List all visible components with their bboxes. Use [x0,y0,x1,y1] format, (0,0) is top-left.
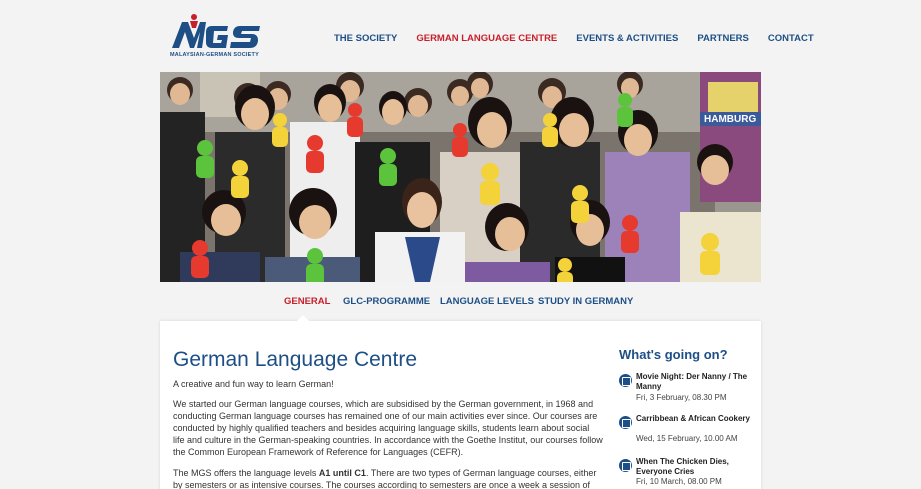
mgs-logo[interactable]: MALAYSIAN-GERMAN SOCIETY [170,12,262,60]
sub-nav: GENERAL GLC-PROGRAMME LANGUAGE LEVELS ST… [0,296,921,316]
calendar-icon [619,459,632,472]
hamburg-sign-text: HAMBURG [704,114,756,125]
group-photo-illustration: HAMBURG [160,72,761,282]
content-card: German Language Centre A creative and fu… [160,315,761,489]
subnav-item-study-in-germany[interactable]: STUDY IN GERMANY [538,296,633,307]
event-date: Wed, 15 February, 10.00 AM [636,434,738,443]
nav-item-partners[interactable]: PARTNERS [697,33,749,44]
calendar-icon [619,416,632,429]
mgs-logo-mark [172,14,260,48]
levels-paragraph: The MGS offers the language levels A1 un… [173,467,603,489]
logo-subtitle: MALAYSIAN-GERMAN SOCIETY [170,52,259,58]
event-title[interactable]: When The Chicken Dies, Everyone Cries [636,457,754,476]
lead-text: A creative and fun way to learn German! [173,379,334,389]
hero-photo: HAMBURG [160,72,761,282]
event-date: Fri, 10 March, 08.00 PM [636,477,722,486]
nav-item-events-activities[interactable]: EVENTS & ACTIVITIES [576,33,678,44]
nav-item-contact[interactable]: CONTACT [768,33,814,44]
levels-paragraph-start: The MGS offers the language levels [173,468,319,478]
intro-paragraph: We started our German language courses, … [173,399,603,457]
levels-range: A1 until C1 [318,468,366,478]
event-title[interactable]: Movie Night: Der Nanny / The Manny [636,372,754,391]
subnav-item-glc-programme[interactable]: GLC-PROGRAMME [343,296,430,307]
page-title: German Language Centre [173,348,417,371]
nav-item-german-language-centre[interactable]: GERMAN LANGUAGE CENTRE [416,33,557,44]
subnav-item-general[interactable]: GENERAL [284,296,330,307]
site-header: MALAYSIAN-GERMAN SOCIETY THE SOCIETY GER… [0,0,921,72]
active-tab-caret-icon [296,315,310,322]
main-nav: THE SOCIETY GERMAN LANGUAGE CENTRE EVENT… [334,33,814,44]
event-date: Fri, 3 February, 08.30 PM [636,393,727,402]
subnav-item-language-levels[interactable]: LANGUAGE LEVELS [440,296,534,307]
sidebar-title: What's going on? [619,347,728,362]
event-title[interactable]: Carribbean & African Cookery [636,414,754,424]
nav-item-the-society[interactable]: THE SOCIETY [334,33,397,44]
calendar-icon [619,374,632,387]
